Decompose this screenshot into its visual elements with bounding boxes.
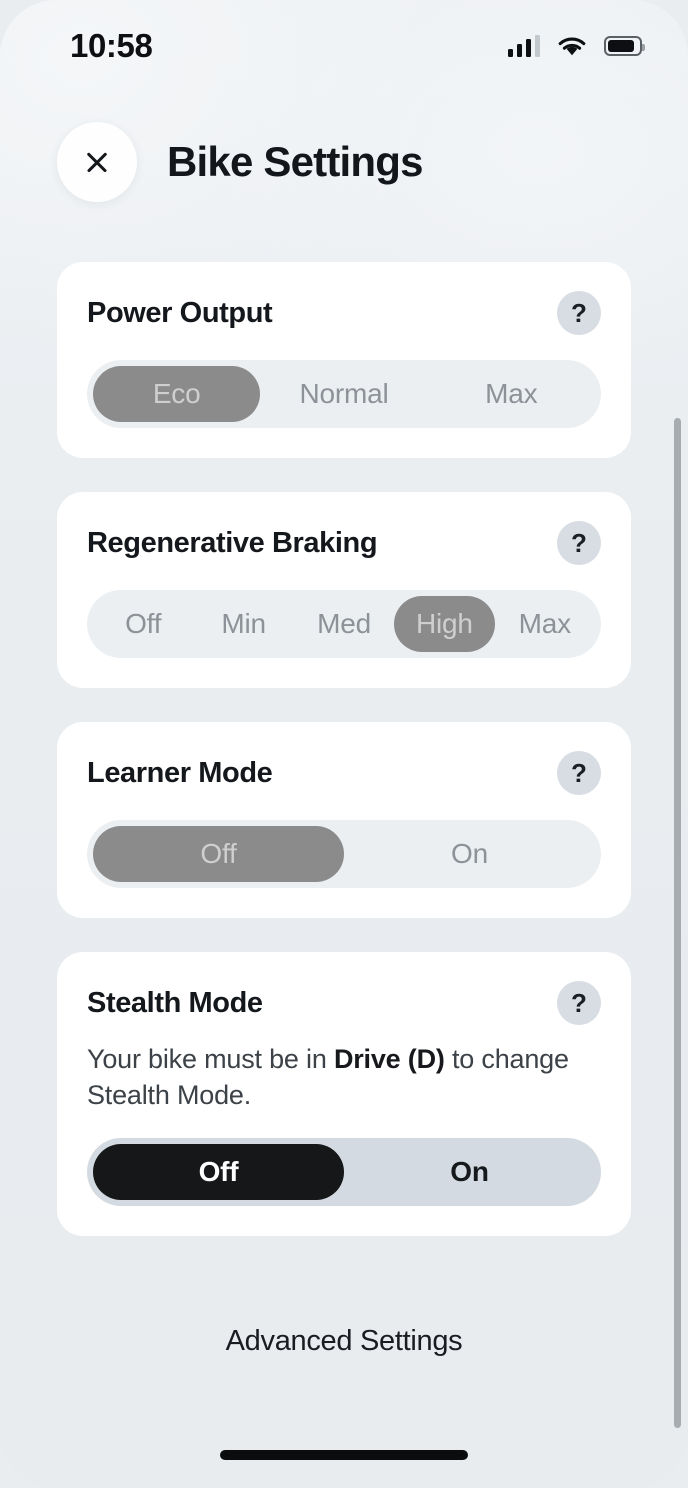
- card-title-power-output: Power Output: [87, 296, 273, 329]
- card-header: Regenerative Braking ?: [87, 520, 601, 566]
- segment-stealth-on[interactable]: On: [344, 1144, 595, 1200]
- segmented-control-stealth-mode[interactable]: Off On: [87, 1137, 601, 1206]
- card-regenerative-braking: Regenerative Braking ? Off Min Med High …: [57, 492, 631, 688]
- status-bar-clock: 10:58: [70, 27, 153, 64]
- page-title: Bike Settings: [167, 138, 423, 185]
- card-header: Stealth Mode ?: [87, 980, 601, 1026]
- cellular-signal-icon: [507, 35, 540, 57]
- home-indicator: [220, 1450, 468, 1460]
- segment-learner-on[interactable]: On: [344, 826, 595, 882]
- segment-regen-med[interactable]: Med: [294, 596, 394, 652]
- help-icon-power-output[interactable]: ?: [557, 291, 601, 335]
- card-title-stealth-mode: Stealth Mode: [87, 986, 263, 1019]
- stealth-mode-note: Your bike must be in Drive (D) to change…: [87, 1042, 601, 1114]
- battery-icon: [604, 36, 645, 56]
- segment-power-eco[interactable]: Eco: [93, 366, 261, 422]
- segment-regen-off[interactable]: Off: [93, 596, 193, 652]
- help-icon-regenerative-braking[interactable]: ?: [557, 521, 601, 565]
- advanced-settings-button[interactable]: Advanced Settings: [0, 1325, 688, 1358]
- card-title-learner-mode: Learner Mode: [87, 756, 273, 789]
- note-prefix: Your bike must be in: [87, 1044, 334, 1074]
- card-header: Power Output ?: [87, 290, 601, 336]
- segment-regen-max[interactable]: Max: [495, 596, 595, 652]
- page-header: Bike Settings: [0, 122, 688, 202]
- segment-stealth-off[interactable]: Off: [93, 1143, 344, 1200]
- card-stealth-mode: Stealth Mode ? Your bike must be in Driv…: [57, 952, 631, 1236]
- note-emphasis: Drive (D): [333, 1044, 445, 1074]
- close-icon: [84, 149, 110, 175]
- close-button[interactable]: [57, 122, 137, 202]
- card-header: Learner Mode ?: [87, 750, 601, 796]
- segment-regen-high[interactable]: High: [394, 596, 495, 652]
- segment-regen-min[interactable]: Min: [193, 596, 293, 652]
- card-learner-mode: Learner Mode ? Off On: [57, 722, 631, 918]
- status-bar-icons: [507, 35, 645, 57]
- card-title-regenerative-braking: Regenerative Braking: [87, 526, 378, 559]
- segment-power-normal[interactable]: Normal: [260, 366, 427, 422]
- vertical-scrollbar[interactable]: [674, 418, 681, 1428]
- status-bar: 10:58: [0, 0, 688, 92]
- settings-scroll-area[interactable]: Power Output ? Eco Normal Max Regenerati…: [0, 240, 688, 1488]
- segment-learner-off[interactable]: Off: [93, 826, 344, 882]
- card-power-output: Power Output ? Eco Normal Max: [57, 262, 631, 458]
- segment-power-max[interactable]: Max: [428, 366, 595, 422]
- segmented-control-power-output[interactable]: Eco Normal Max: [87, 360, 601, 428]
- help-icon-learner-mode[interactable]: ?: [557, 751, 601, 795]
- segmented-control-regenerative-braking[interactable]: Off Min Med High Max: [87, 590, 601, 658]
- help-icon-stealth-mode[interactable]: ?: [557, 981, 601, 1025]
- phone-screen: 10:58 Bike Settings Power Output ? Eco N…: [0, 0, 688, 1488]
- segmented-control-learner-mode[interactable]: Off On: [87, 820, 601, 888]
- wifi-icon: [557, 35, 587, 57]
